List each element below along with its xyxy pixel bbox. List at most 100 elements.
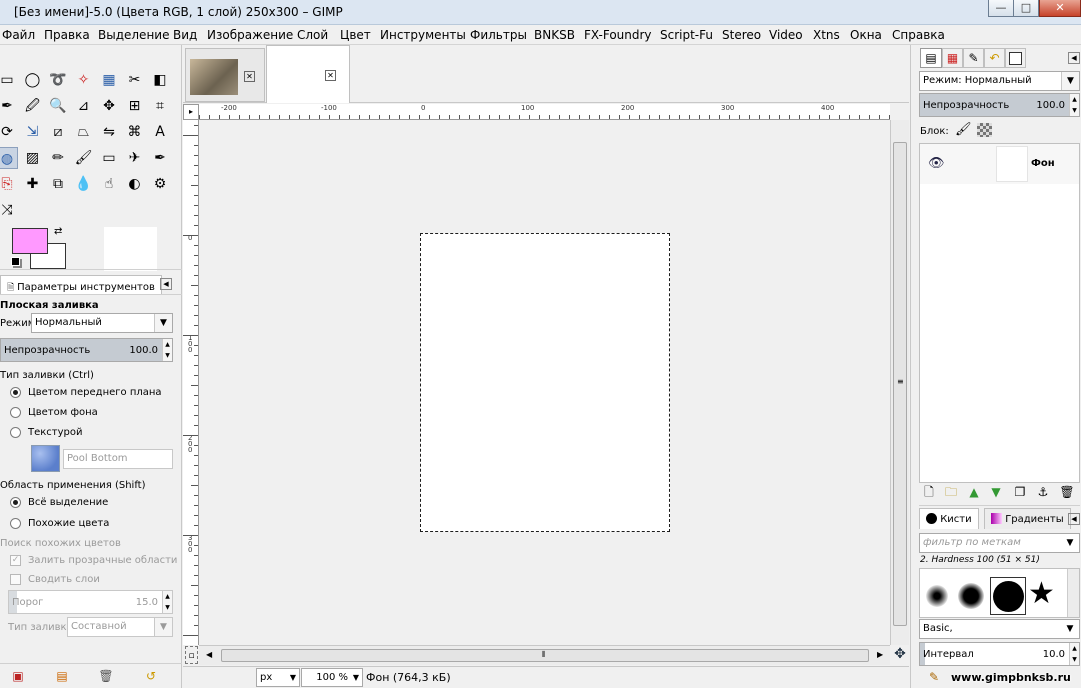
- menu-edit[interactable]: Правка: [44, 28, 90, 42]
- menu-windows[interactable]: Окна: [850, 28, 882, 42]
- measure-tool-icon[interactable]: ⊿: [73, 95, 95, 117]
- fill-transparent-checkbox[interactable]: ✓: [10, 555, 21, 566]
- tab-brushes[interactable]: Кисти: [919, 508, 979, 529]
- layer-name[interactable]: Фон: [1031, 158, 1055, 169]
- new-group-icon[interactable]: 🗀: [943, 485, 959, 501]
- scale-tool-icon[interactable]: ⇲: [22, 121, 44, 143]
- tab-paths[interactable]: ✎: [963, 48, 984, 68]
- paths-tool-icon[interactable]: ✒: [0, 95, 18, 117]
- swap-colors-icon[interactable]: ⇄: [54, 226, 62, 237]
- pattern-preview[interactable]: [31, 445, 60, 472]
- anchor-layer-icon[interactable]: ⚓: [1035, 485, 1051, 501]
- pencil-tool-icon[interactable]: ✏: [47, 147, 69, 169]
- new-layer-icon[interactable]: 🗋: [921, 485, 937, 501]
- select-by-color-tool-icon[interactable]: ▦: [98, 69, 120, 91]
- image-canvas[interactable]: [420, 233, 670, 532]
- merge-layers-checkbox[interactable]: [10, 574, 21, 585]
- menu-tools[interactable]: Инструменты: [380, 28, 466, 42]
- active-image-preview[interactable]: [104, 227, 157, 271]
- menu-bnksb[interactable]: BNKSB: [534, 28, 575, 42]
- fill-bg-radio[interactable]: [10, 407, 21, 418]
- scroll-thumb[interactable]: ⦀: [221, 649, 869, 662]
- eraser-tool-icon[interactable]: ▭: [98, 147, 120, 169]
- fill-pattern-radio[interactable]: [10, 427, 21, 438]
- zoom-tool-icon[interactable]: 🔍: [47, 95, 69, 117]
- lock-pixels-icon[interactable]: 🖌: [955, 122, 972, 137]
- brush-fuzzy-small[interactable]: [926, 585, 948, 607]
- menu-file[interactable]: Файл: [2, 28, 35, 42]
- perspective-tool-icon[interactable]: ⏢: [73, 121, 95, 143]
- area-all-label[interactable]: Всё выделение: [28, 497, 108, 508]
- lock-alpha-icon[interactable]: [977, 123, 992, 137]
- menu-select[interactable]: Выделение: [98, 28, 169, 42]
- zoom-select[interactable]: 100 % ▼: [301, 668, 363, 687]
- fill-by-select[interactable]: Составной ▼: [67, 617, 173, 637]
- airbrush-tool-icon[interactable]: ✈: [124, 147, 146, 169]
- paintbrush-tool-icon[interactable]: 🖌: [73, 147, 95, 169]
- scissors-select-tool-icon[interactable]: ✂: [124, 69, 146, 91]
- menu-xtns[interactable]: Xtns: [813, 28, 840, 42]
- area-all-radio[interactable]: [10, 497, 21, 508]
- threshold-slider[interactable]: Порог 15.0 ▲ ▼: [8, 590, 173, 614]
- fuzzy-select-tool-icon[interactable]: ✧: [73, 69, 95, 91]
- shear-tool-icon[interactable]: ⧄: [47, 121, 69, 143]
- crop-tool-icon[interactable]: ⌗: [149, 95, 171, 117]
- menu-view[interactable]: Вид: [173, 28, 197, 42]
- brush-preset-select[interactable]: Basic, ▼: [919, 619, 1080, 639]
- unit-select[interactable]: px ▼: [256, 668, 300, 687]
- panel-menu-icon[interactable]: ◀: [1068, 513, 1080, 525]
- menu-layer[interactable]: Слой: [297, 28, 328, 42]
- delete-options-icon[interactable]: 🗑: [98, 669, 114, 685]
- move-tool-icon[interactable]: ✥: [98, 95, 120, 117]
- reset-options-icon[interactable]: ↺: [143, 669, 159, 685]
- menu-image[interactable]: Изображение: [207, 28, 293, 42]
- eye-icon[interactable]: 👁: [928, 156, 945, 171]
- tab-layers[interactable]: ▤: [920, 48, 942, 68]
- close-button[interactable]: ✕: [1039, 0, 1081, 17]
- smudge-tool-icon[interactable]: ☝: [98, 173, 120, 195]
- panel-menu-icon[interactable]: ◀: [1068, 52, 1080, 64]
- tab-close-icon[interactable]: ✕: [244, 71, 255, 82]
- menu-filters[interactable]: Фильтры: [470, 28, 527, 42]
- menu-stereo[interactable]: Stereo: [722, 28, 761, 42]
- restore-options-icon[interactable]: ▤: [54, 669, 70, 685]
- spacing-slider[interactable]: Интервал 10.0 ▲ ▼: [919, 642, 1080, 666]
- brush-scrollbar[interactable]: [1067, 569, 1079, 617]
- lower-layer-icon[interactable]: ▼: [988, 485, 1004, 501]
- layer-row[interactable]: 👁 Фон: [920, 144, 1079, 184]
- fill-pattern-label[interactable]: Текстурой: [28, 427, 83, 438]
- menu-script-fu[interactable]: Script-Fu: [660, 28, 713, 42]
- duplicate-layer-icon[interactable]: ❐: [1012, 485, 1028, 501]
- brush-filter-input[interactable]: фильтр по меткам ▼: [919, 533, 1080, 553]
- ruler-corner[interactable]: ▸: [183, 104, 199, 120]
- tab-close-icon[interactable]: ✕: [325, 70, 336, 81]
- vertical-scrollbar[interactable]: ≡: [890, 120, 909, 645]
- menu-video[interactable]: Video: [769, 28, 803, 42]
- tab-tool-options[interactable]: 🗎 Параметры инструментов: [0, 275, 162, 294]
- foreground-color-swatch-front[interactable]: [12, 228, 48, 254]
- scroll-right-icon[interactable]: ▶: [877, 650, 883, 659]
- perspective-clone-tool-icon[interactable]: ⧉: [47, 173, 69, 195]
- ellipse-select-tool-icon[interactable]: ◯: [22, 69, 44, 91]
- mode-select[interactable]: Нормальный ▼: [31, 313, 173, 333]
- free-select-tool-icon[interactable]: ➰: [47, 69, 69, 91]
- warp-tool-icon[interactable]: ⤨: [0, 199, 18, 221]
- heal-tool-icon[interactable]: ✚: [22, 173, 44, 195]
- delete-layer-icon[interactable]: 🗑: [1059, 485, 1075, 501]
- layer-opacity-slider[interactable]: Непрозрачность 100.0 ▲ ▼: [919, 93, 1080, 117]
- default-colors-icon[interactable]: [11, 257, 20, 266]
- vertical-ruler[interactable]: 0 1 0 0 2 0 0 3 0 0: [183, 120, 199, 645]
- image-tab-active[interactable]: ✕: [266, 45, 350, 103]
- scroll-thumb[interactable]: ≡: [893, 142, 907, 626]
- horizontal-scrollbar[interactable]: ◀ ⦀ ▶: [199, 645, 890, 665]
- quick-mask-icon[interactable]: ▫: [185, 646, 198, 664]
- spinner-icon[interactable]: ▲ ▼: [162, 591, 172, 613]
- fill-bg-label[interactable]: Цветом фона: [28, 407, 98, 418]
- brush-grid[interactable]: ★: [919, 568, 1080, 618]
- tab-image-preview[interactable]: [1005, 48, 1026, 68]
- scroll-left-icon[interactable]: ◀: [206, 650, 212, 659]
- color-picker-tool-icon[interactable]: 🖉: [22, 95, 44, 117]
- dodge-burn-tool-icon[interactable]: ◐: [124, 173, 146, 195]
- text-tool-icon[interactable]: A: [149, 121, 171, 143]
- menu-fx-foundry[interactable]: FX-Foundry: [584, 28, 652, 42]
